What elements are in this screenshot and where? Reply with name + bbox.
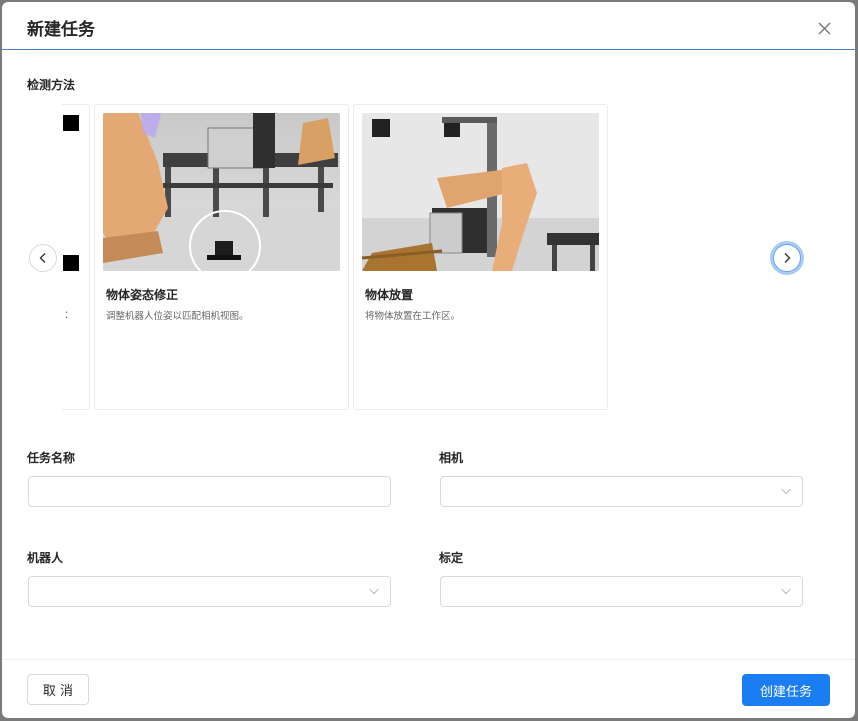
carousel-next-button[interactable]	[773, 244, 801, 272]
chevron-right-icon	[784, 253, 791, 263]
chevron-down-icon	[369, 588, 379, 595]
detection-card-object-placement[interactable]: 物体放置 将物体放置在工作区。	[353, 104, 608, 410]
card-desc-partial: ：	[64, 310, 74, 321]
detection-card-pose-correction[interactable]: 物体姿态修正 调整机器人位姿以匹配相机视图。	[94, 104, 349, 410]
card-image-object-placement	[362, 113, 599, 271]
dialog-header: 新建任务	[2, 2, 855, 50]
card-title-object-placement: 物体放置	[365, 288, 414, 302]
task-name-input[interactable]	[28, 476, 391, 507]
robot-select[interactable]	[28, 576, 391, 607]
camera-select[interactable]	[440, 476, 803, 507]
card-image-partial-bottom	[63, 255, 79, 271]
card-desc-pose-correction: 调整机器人位姿以匹配相机视图。	[106, 311, 249, 322]
calibration-label: 标定	[439, 551, 464, 565]
card-image-pose-correction	[103, 113, 340, 271]
calibration-select[interactable]	[440, 576, 803, 607]
card-desc-object-placement: 将物体放置在工作区。	[365, 311, 461, 322]
dialog-title: 新建任务	[27, 20, 95, 40]
chevron-left-icon	[39, 253, 46, 263]
carousel-prev-button[interactable]	[29, 244, 57, 272]
chevron-down-icon	[781, 488, 791, 495]
card-title-pose-correction: 物体姿态修正	[106, 288, 179, 302]
detection-card-partial[interactable]: ：	[62, 104, 90, 410]
cancel-button[interactable]: 取 消	[27, 674, 89, 705]
detection-method-label: 检测方法	[27, 78, 76, 92]
close-button[interactable]	[814, 18, 836, 40]
new-task-dialog: 新建任务 检测方法 ： 物体姿态修正 调整机器人位姿以匹配相机视图。 物体放置 …	[2, 2, 855, 718]
create-task-button[interactable]: 创建任务	[742, 674, 830, 706]
close-icon	[818, 22, 831, 35]
card-image-partial-top	[63, 115, 79, 131]
task-name-label: 任务名称	[27, 451, 76, 465]
camera-label: 相机	[439, 451, 464, 465]
chevron-down-icon	[781, 588, 791, 595]
dialog-footer: 取 消 创建任务	[2, 659, 855, 718]
robot-label: 机器人	[27, 551, 64, 565]
detection-method-carousel: ： 物体姿态修正 调整机器人位姿以匹配相机视图。 物体放置 将物体放置在工作区。	[62, 102, 762, 414]
